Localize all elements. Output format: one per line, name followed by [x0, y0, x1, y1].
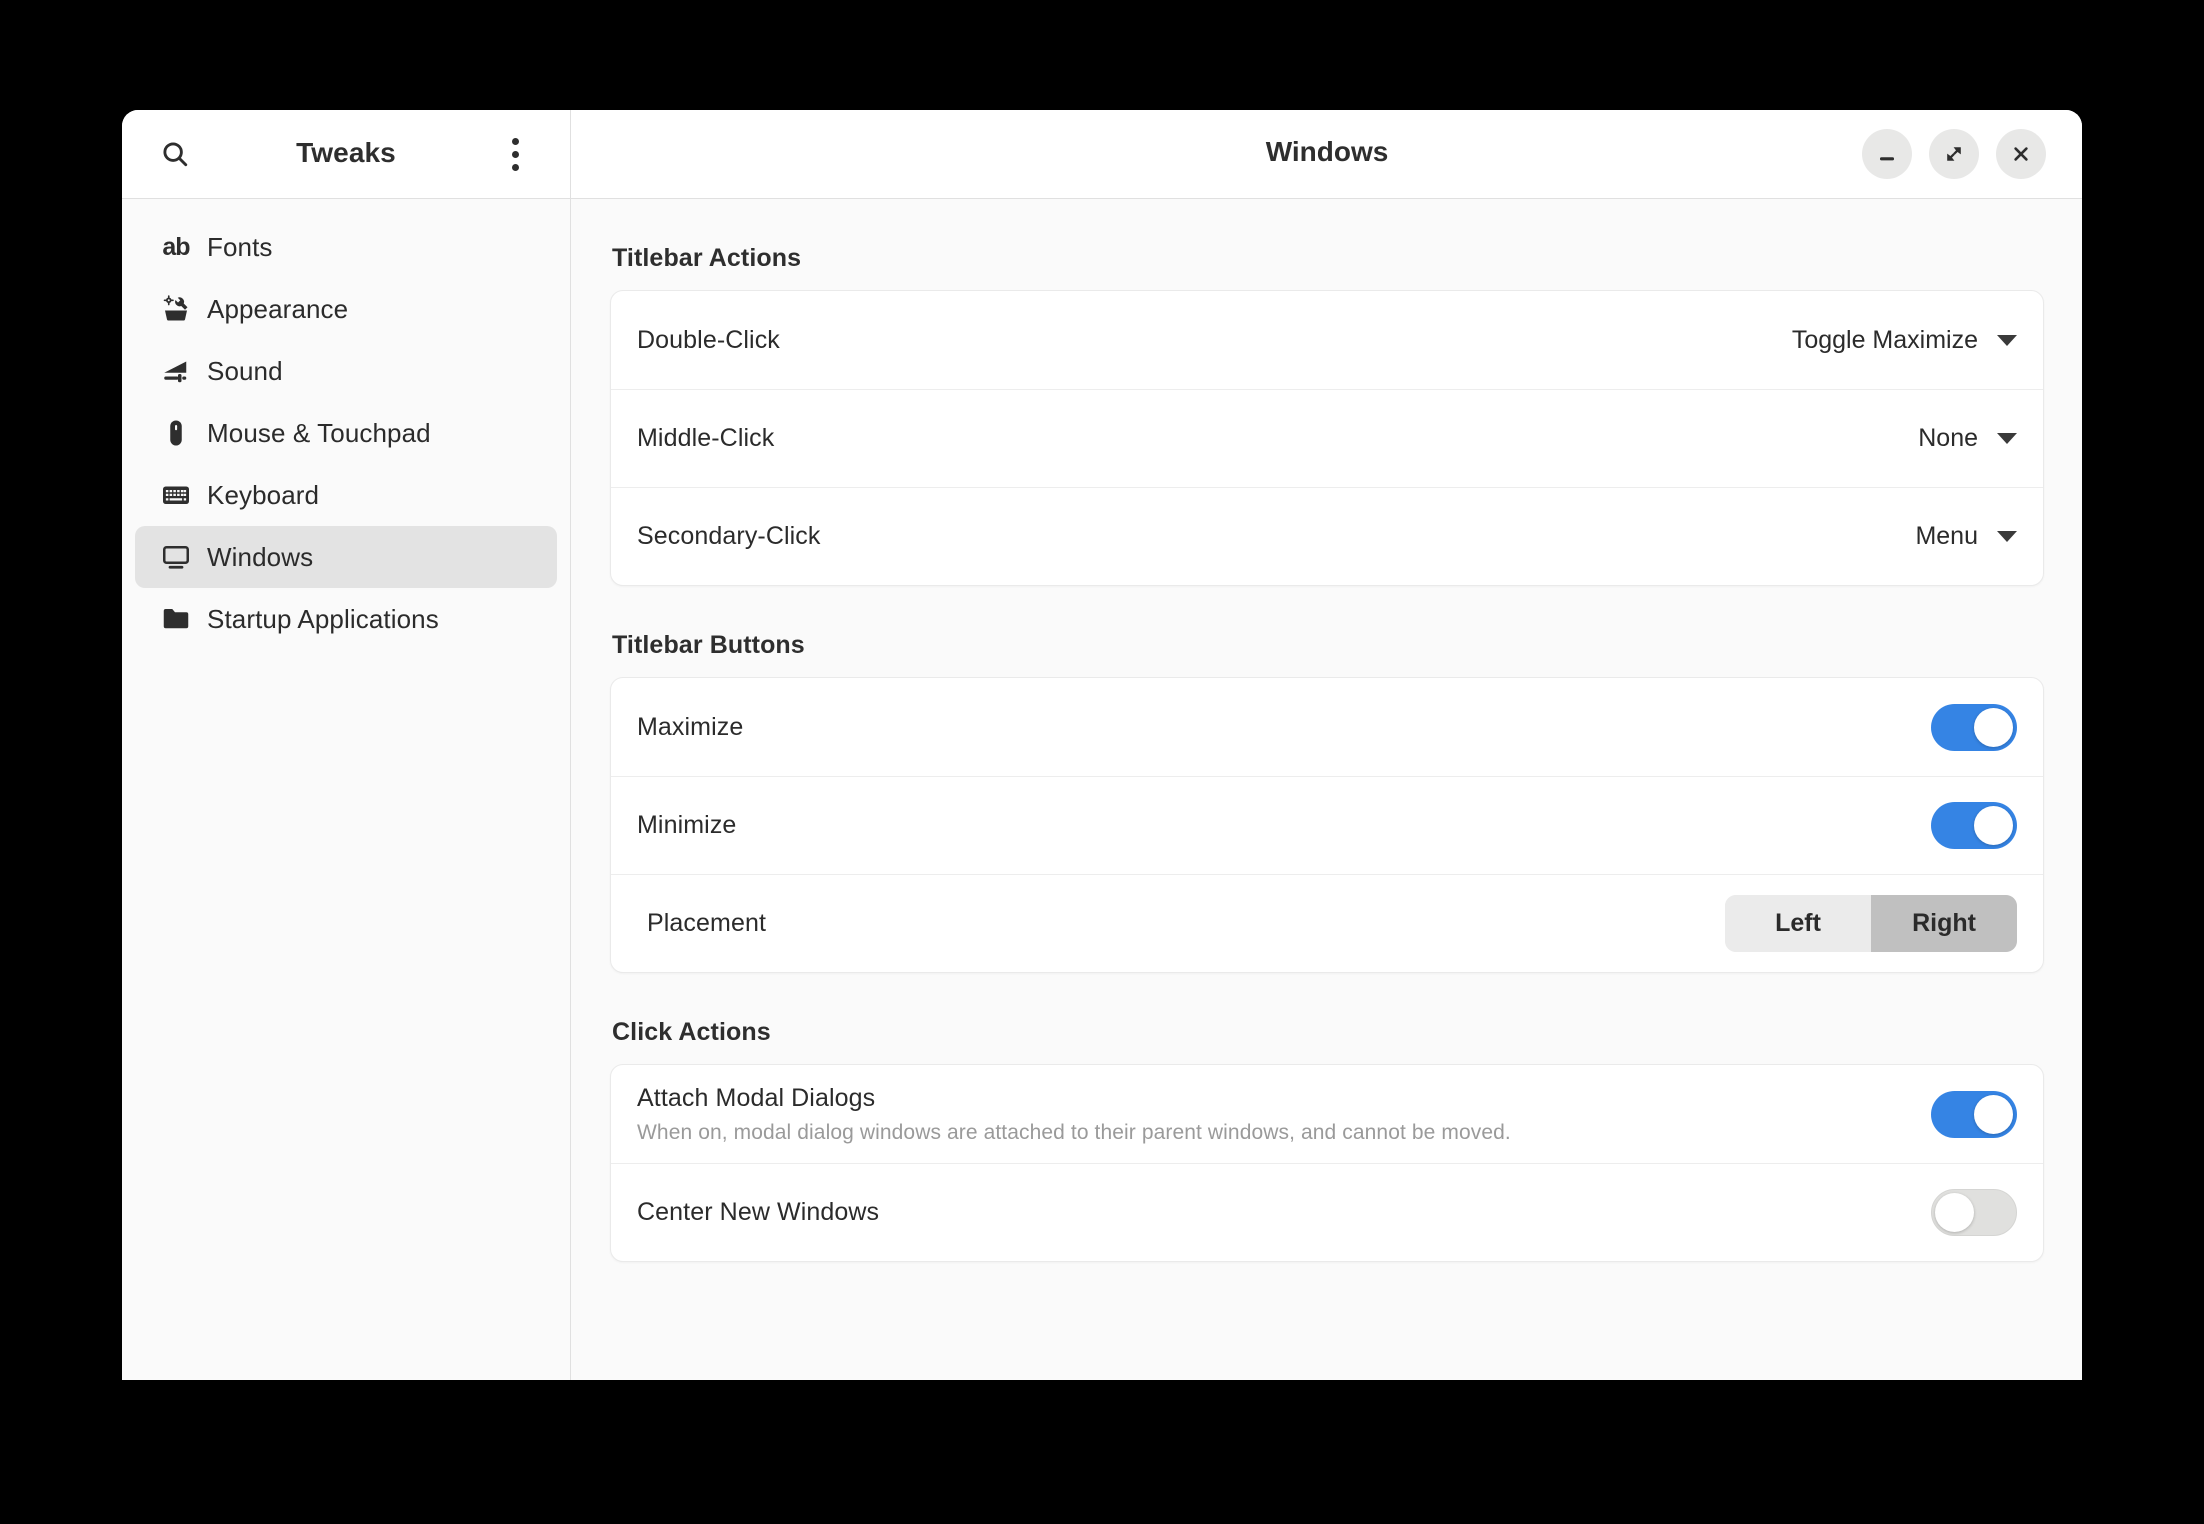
attach-modal-dialogs-toggle[interactable] [1931, 1090, 2017, 1138]
row-center-new-windows: Center New Windows [611, 1163, 2043, 1261]
section-title-titlebar-buttons: Titlebar Buttons [612, 631, 805, 659]
sidebar-item-label: Startup Applications [207, 603, 439, 634]
secondary-click-dropdown[interactable]: Menu [1915, 522, 2017, 551]
restore-icon [1943, 143, 1965, 165]
toggle-knob [1974, 1094, 2013, 1134]
dropdown-value: Menu [1915, 522, 1978, 550]
mouse-icon [159, 418, 193, 448]
restore-button[interactable] [1929, 129, 1979, 179]
sidebar-item-windows[interactable]: Windows [135, 526, 557, 588]
close-button[interactable] [1996, 129, 2046, 179]
row-label: Double-Click [637, 325, 780, 354]
placement-option-left[interactable]: Left [1725, 895, 1871, 952]
sidebar-item-sound[interactable]: Sound [135, 340, 557, 402]
window-controls [1862, 129, 2046, 179]
toggle-knob [1974, 707, 2013, 747]
middle-click-dropdown[interactable]: None [1918, 424, 2017, 453]
minimize-toggle[interactable] [1931, 802, 2017, 849]
sidebar-item-appearance[interactable]: Appearance [135, 278, 557, 340]
folder-icon [159, 604, 193, 634]
row-label: Attach Modal Dialogs [637, 1083, 876, 1112]
row-label: Maximize [637, 712, 744, 741]
dropdown-value: Toggle Maximize [1791, 325, 1978, 354]
row-maximize: Maximize [611, 678, 2043, 776]
row-double-click: Double-Click Toggle Maximize [611, 291, 2043, 389]
minimize-button[interactable] [1862, 129, 1912, 179]
menu-kebab-icon [511, 150, 519, 158]
minimize-icon [1876, 143, 1898, 165]
content-header: Windows [572, 110, 2082, 198]
center-new-windows-toggle[interactable] [1931, 1189, 2017, 1236]
row-label: Placement [647, 909, 767, 937]
row-description: When on, modal dialog windows are attach… [637, 1120, 1511, 1144]
sound-slider-icon [159, 356, 193, 386]
sidebar-item-keyboard[interactable]: Keyboard [135, 464, 557, 526]
fonts-ab-icon: ab [162, 232, 190, 261]
row-secondary-click: Secondary-Click Menu [611, 487, 2043, 585]
row-placement: Placement Left Right [611, 874, 2043, 972]
close-icon [2010, 143, 2032, 165]
content-area: Titlebar Actions Double-Click Toggle Max… [572, 199, 2082, 1380]
dropdown-value: None [1918, 424, 1978, 452]
click-actions-card: Attach Modal Dialogs When on, modal dial… [610, 1064, 2044, 1262]
double-click-dropdown[interactable]: Toggle Maximize [1792, 326, 2017, 355]
appearance-toolbox-icon [159, 294, 193, 324]
window-display-icon [159, 542, 193, 572]
sidebar-item-label: Appearance [207, 293, 349, 324]
sidebar-item-label: Sound [207, 355, 283, 386]
menu-kebab-icon [511, 137, 519, 145]
sidebar-item-mouse-touchpad[interactable]: Mouse & Touchpad [135, 402, 557, 464]
chevron-down-icon [1997, 334, 2017, 346]
sidebar-item-label: Fonts [207, 231, 273, 262]
sidebar-item-label: Keyboard [207, 479, 320, 510]
sidebar: ab Fonts Appearance Sound Mouse & Touchp… [122, 199, 571, 1380]
row-middle-click: Middle-Click None [611, 389, 2043, 487]
main-menu-button[interactable] [490, 129, 540, 179]
tweaks-window: Tweaks Windows ab Fonts Appearance Sound… [122, 110, 2082, 1380]
sidebar-item-label: Windows [207, 541, 314, 572]
placement-segmented-control: Left Right [1725, 895, 2017, 952]
sidebar-item-startup-applications[interactable]: Startup Applications [135, 588, 557, 650]
row-label: Center New Windows [637, 1198, 880, 1226]
row-label: Minimize [637, 811, 737, 839]
row-label: Middle-Click [637, 424, 775, 452]
row-attach-modal-dialogs: Attach Modal Dialogs When on, modal dial… [611, 1065, 2043, 1163]
maximize-toggle[interactable] [1931, 703, 2017, 751]
chevron-down-icon [1997, 531, 2017, 542]
row-label: Secondary-Click [637, 522, 821, 550]
header-bar: Tweaks Windows [122, 110, 2082, 199]
section-title-titlebar-actions: Titlebar Actions [612, 244, 802, 272]
sidebar-header: Tweaks [122, 110, 571, 198]
menu-kebab-icon [511, 163, 519, 171]
titlebar-buttons-card: Maximize Minimize Placement Left Right [610, 677, 2044, 973]
row-minimize: Minimize [611, 776, 2043, 874]
section-title-click-actions: Click Actions [612, 1018, 771, 1046]
placement-option-right[interactable]: Right [1871, 895, 2017, 952]
sidebar-item-label: Mouse & Touchpad [207, 417, 431, 448]
titlebar-actions-card: Double-Click Toggle Maximize Middle-Clic… [610, 290, 2044, 586]
toggle-knob [1974, 806, 2013, 845]
sidebar-item-fonts[interactable]: ab Fonts [135, 216, 557, 278]
keyboard-icon [159, 480, 193, 510]
page-title: Windows [1265, 136, 1389, 167]
toggle-knob [1935, 1193, 1974, 1232]
chevron-down-icon [1997, 433, 2017, 444]
